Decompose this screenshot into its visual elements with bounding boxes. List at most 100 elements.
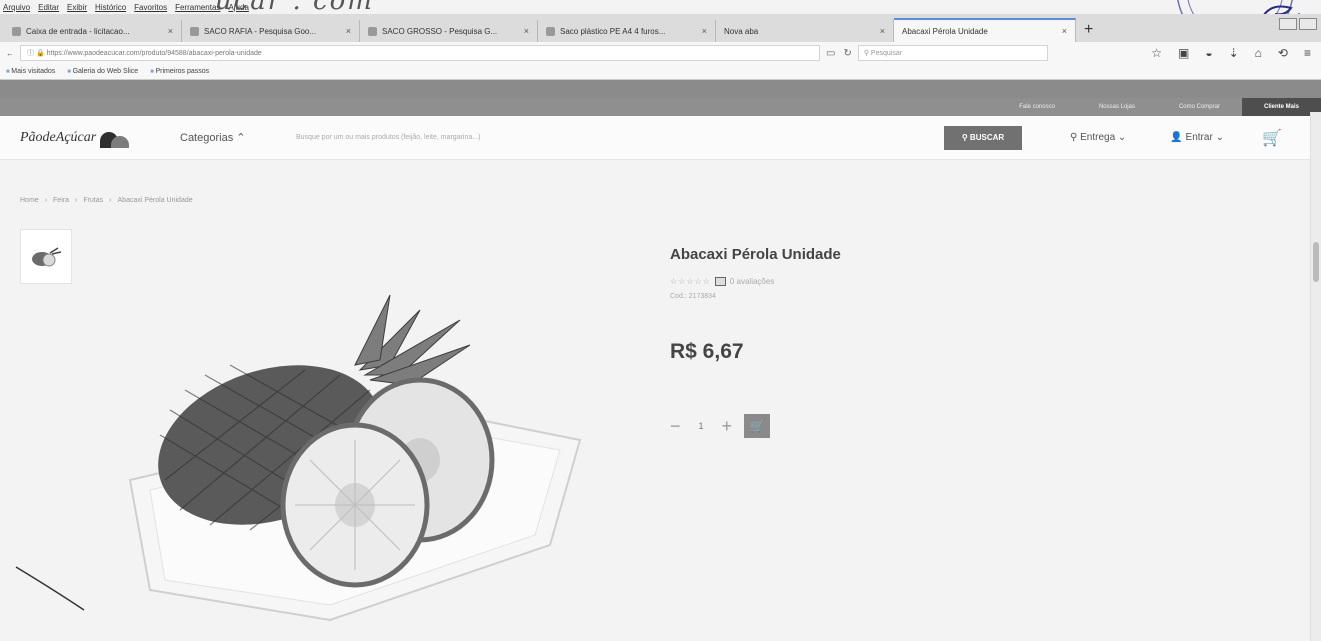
- google-icon: [190, 26, 199, 36]
- browser-tab[interactable]: Saco plástico PE A4 4 furos... ×: [538, 20, 716, 42]
- close-tab-icon[interactable]: ×: [168, 26, 173, 36]
- browser-tab[interactable]: SACO RAFIA - Pesquisa Goo... ×: [182, 20, 360, 42]
- menu-favoritos[interactable]: Favoritos: [134, 3, 167, 12]
- product-thumbnail[interactable]: [20, 229, 72, 284]
- cart-icon[interactable]: 🛒: [1262, 128, 1282, 148]
- home-icon[interactable]: ⌂: [1255, 46, 1262, 60]
- hamburger-menu-icon[interactable]: ≡: [1304, 46, 1311, 60]
- window-controls: [1279, 18, 1317, 30]
- chevron-down-icon: ⌄: [1117, 132, 1127, 143]
- bookmark-item[interactable]: Galeria do Web Slice: [67, 68, 139, 75]
- decrease-quantity-button[interactable]: −: [670, 416, 681, 437]
- breadcrumb-frutas[interactable]: Frutas: [83, 197, 103, 204]
- product-code: Cod.: 2173834: [670, 293, 716, 300]
- product-rating: ☆☆☆☆☆ 0 avaliações: [670, 277, 774, 286]
- tab-label: Abacaxi Pérola Unidade: [902, 26, 988, 36]
- breadcrumb-feira[interactable]: Feira: [53, 197, 69, 204]
- bookmark-item[interactable]: Primeiros passos: [150, 68, 209, 75]
- fale-conosco-link[interactable]: Fale conosco: [997, 98, 1077, 116]
- buscar-label: BUSCAR: [969, 133, 1005, 142]
- page-scrollbar[interactable]: [1310, 112, 1321, 641]
- quantity-value[interactable]: 1: [699, 421, 704, 431]
- browser-search-field[interactable]: ⚲ Pesquisar: [857, 45, 1048, 61]
- close-tab-icon[interactable]: ×: [702, 26, 707, 36]
- categorias-menu[interactable]: Categorias ⌃: [180, 131, 290, 144]
- breadcrumb-home[interactable]: Home: [20, 197, 39, 204]
- review-count[interactable]: 0 avaliações: [730, 277, 774, 286]
- pocket-icon[interactable]: ◒: [1205, 46, 1212, 60]
- minimize-button[interactable]: [1279, 18, 1297, 30]
- location-pin-icon: ⚲: [1070, 132, 1081, 143]
- url-bar[interactable]: ⓘ 🔒 https://www.paodeacucar.com/produto/…: [20, 45, 820, 61]
- lock-icon: ⓘ 🔒: [27, 50, 47, 57]
- chevron-down-icon: ⌄: [1215, 132, 1224, 143]
- site-top-links: Fale conosco Nossas Lojas Como Comprar C…: [0, 98, 1321, 116]
- entrar-dropdown[interactable]: 👤 Entrar ⌄: [1170, 132, 1224, 143]
- nossas-lojas-link[interactable]: Nossas Lojas: [1077, 98, 1157, 116]
- maximize-button[interactable]: [1299, 18, 1317, 30]
- tab-label: Nova aba: [724, 26, 759, 36]
- entrega-dropdown[interactable]: ⚲ Entrega ⌄: [1070, 132, 1126, 143]
- site-search-input[interactable]: Busque por um ou mais produtos (feijão, …: [290, 127, 930, 149]
- new-tab-button[interactable]: +: [1076, 21, 1101, 42]
- breadcrumb-current: Abacaxi Pérola Unidade: [117, 197, 193, 204]
- close-tab-icon[interactable]: ×: [524, 26, 529, 36]
- close-tab-icon[interactable]: ×: [346, 26, 351, 36]
- tab-label: Caixa de entrada - licitacao...: [26, 26, 130, 36]
- bookmarks-bar: Mais visitados Galeria do Web Slice Prim…: [0, 64, 1321, 80]
- clipboard-icon[interactable]: ▣: [1178, 46, 1189, 60]
- rating-stars[interactable]: ☆☆☆☆☆: [670, 277, 711, 286]
- bookmark-item[interactable]: Mais visitados: [6, 68, 55, 75]
- user-icon: 👤: [1170, 132, 1186, 143]
- browser-tab[interactable]: SACO GROSSO - Pesquisa G... ×: [360, 20, 538, 42]
- product-title: Abacaxi Pérola Unidade: [670, 246, 841, 263]
- comment-icon: [714, 277, 726, 286]
- menu-exibir[interactable]: Exibir: [67, 3, 87, 12]
- browser-menu-bar: Arquivo Editar Exibir Histórico Favorito…: [0, 0, 1321, 14]
- logo-text: PãodeAçúcar: [20, 129, 97, 145]
- increase-quantity-button[interactable]: +: [722, 416, 733, 437]
- search-icon: ⚲: [961, 133, 970, 142]
- browser-tab[interactable]: Caixa de entrada - licitacao... ×: [4, 20, 182, 42]
- tab-label: SACO RAFIA - Pesquisa Goo...: [204, 26, 317, 36]
- page-fold-line: [15, 566, 85, 611]
- product-image: [128, 294, 582, 622]
- back-arrow-icon[interactable]: ←: [6, 49, 14, 58]
- entrega-label: Entrega: [1080, 132, 1116, 143]
- sync-icon[interactable]: ⟲: [1278, 46, 1288, 60]
- add-to-cart-button[interactable]: 🛒: [744, 414, 771, 438]
- close-tab-icon[interactable]: ×: [880, 26, 885, 36]
- logo-mark-icon: [100, 128, 130, 148]
- menu-historico[interactable]: Histórico: [95, 3, 126, 12]
- browser-tab[interactable]: Nova aba ×: [716, 20, 894, 42]
- page-icon: [546, 26, 555, 36]
- close-tab-icon[interactable]: ×: [1062, 26, 1067, 36]
- browser-nav-bar: ← ⓘ 🔒 https://www.paodeacucar.com/produt…: [0, 42, 1321, 64]
- browser-tab-active[interactable]: Abacaxi Pérola Unidade ×: [894, 18, 1076, 42]
- breadcrumb-separator: ›: [109, 197, 112, 204]
- menu-arquivo[interactable]: Arquivo: [3, 3, 30, 12]
- search-placeholder: Pesquisar: [870, 49, 903, 57]
- site-logo[interactable]: PãodeAçúcar: [20, 128, 180, 148]
- browser-tab-bar: Caixa de entrada - licitacao... × SACO RA…: [0, 14, 1321, 42]
- product-price: R$ 6,67: [670, 340, 744, 363]
- menu-ferramentas[interactable]: Ferramentas: [175, 3, 220, 12]
- entrar-label: Entrar: [1185, 132, 1213, 143]
- breadcrumb-separator: ›: [74, 197, 78, 204]
- search-icon: ⚲: [863, 50, 871, 57]
- como-comprar-link[interactable]: Como Comprar: [1157, 98, 1242, 116]
- quantity-stepper: − 1 + 🛒: [670, 414, 771, 438]
- menu-editar[interactable]: Editar: [38, 3, 59, 12]
- scrollbar-thumb[interactable]: [1313, 242, 1319, 282]
- browser-toolbar-icons: ☆ ▣ ◒ ⇣ ⌂ ⟲ ≡: [1151, 46, 1315, 60]
- bookmark-star-icon[interactable]: ☆: [1151, 46, 1162, 60]
- buscar-button[interactable]: ⚲ BUSCAR: [944, 125, 1022, 150]
- reader-view-icon[interactable]: ▭: [826, 48, 835, 59]
- download-icon[interactable]: ⇣: [1229, 46, 1239, 60]
- tab-label: SACO GROSSO - Pesquisa G...: [382, 26, 498, 36]
- tab-label: Saco plástico PE A4 4 furos...: [560, 26, 666, 36]
- breadcrumb-separator: ›: [44, 197, 48, 204]
- reload-icon[interactable]: ↻: [843, 48, 851, 59]
- url-actions: ▭ ↻: [826, 48, 852, 59]
- cart-icon: 🛒: [749, 419, 765, 433]
